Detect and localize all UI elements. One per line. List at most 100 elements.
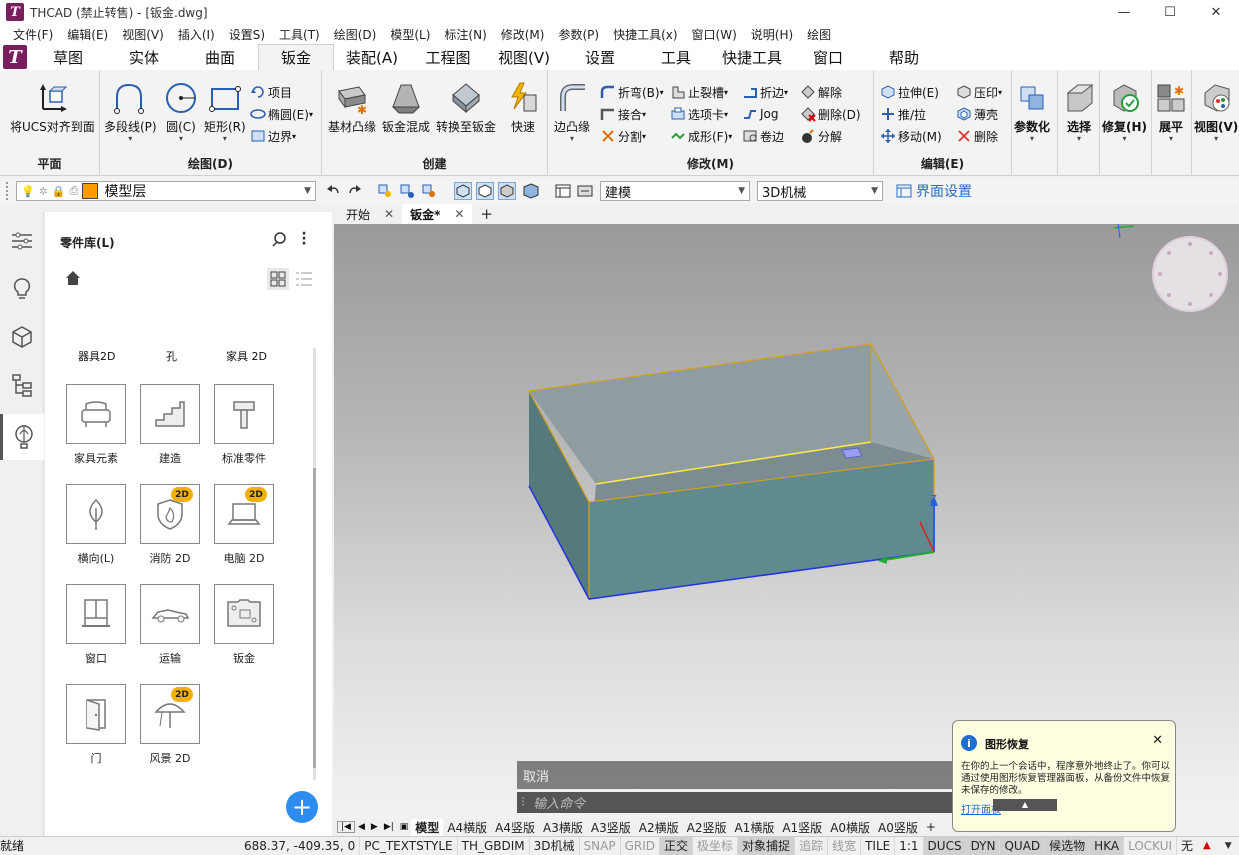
menu-file[interactable]: 文件(F) bbox=[6, 26, 60, 43]
app-menu-button[interactable]: T bbox=[0, 44, 30, 70]
add-part-button[interactable]: + bbox=[286, 791, 318, 823]
view-button[interactable]: 视图(V) ▾ bbox=[1194, 80, 1238, 143]
new-tab-plus-icon[interactable]: + bbox=[480, 205, 493, 223]
menu-view[interactable]: 视图(V) bbox=[115, 26, 171, 43]
delete-face-button[interactable]: 删除(D) bbox=[800, 104, 861, 124]
form-button[interactable]: 成形(F) ▾ bbox=[670, 126, 732, 146]
jog-button[interactable]: Jog bbox=[742, 104, 779, 124]
tile-toggle[interactable]: TILE bbox=[861, 836, 896, 855]
tab-settings[interactable]: 设置 bbox=[562, 44, 638, 70]
realistic-view-icon[interactable] bbox=[522, 182, 540, 200]
first-layout-icon[interactable]: |◀ bbox=[337, 821, 355, 833]
otrack-toggle[interactable]: 追踪 bbox=[795, 836, 829, 855]
parametric-button[interactable]: 参数化 ▾ bbox=[1014, 80, 1050, 143]
layout-tab-model[interactable]: 模型 bbox=[411, 818, 444, 836]
search-icon[interactable] bbox=[271, 232, 287, 248]
close-icon[interactable]: ✕ bbox=[1152, 733, 1163, 748]
layout-tab-a0-landscape[interactable]: A0横版 bbox=[826, 819, 874, 836]
hidden-view-icon[interactable] bbox=[476, 182, 494, 200]
layer-dropdown[interactable]: 💡 ✲ 🔒 ⎙ 模型层 ▼ bbox=[16, 181, 316, 201]
tab-option-button[interactable]: 选项卡 ▾ bbox=[670, 104, 728, 124]
warning-triangle-icon[interactable]: ▲ bbox=[1203, 840, 1211, 851]
edge-flange-button[interactable]: 边凸缘 ▾ bbox=[554, 80, 590, 143]
library-item-standard-parts[interactable]: 标准零件 bbox=[214, 384, 274, 466]
library-item-landscape[interactable]: 横向(L) bbox=[66, 484, 126, 566]
tab-assembly[interactable]: 装配(A) bbox=[334, 44, 410, 70]
emboss-button[interactable]: 压印 ▾ bbox=[956, 82, 1002, 102]
menu-settings[interactable]: 设置S) bbox=[222, 26, 272, 43]
menu-modify[interactable]: 修改(M) bbox=[494, 26, 552, 43]
scale-toggle[interactable]: 1:1 bbox=[895, 836, 924, 855]
menu-parameters[interactable]: 参数(P) bbox=[551, 26, 606, 43]
tab-tools[interactable]: 工具 bbox=[638, 44, 714, 70]
hem-button[interactable]: 折边 ▾ bbox=[742, 82, 788, 102]
library-item-door[interactable]: 门 bbox=[66, 684, 126, 766]
menu-window[interactable]: 窗口(W) bbox=[685, 26, 744, 43]
tab-surface[interactable]: 曲面 bbox=[182, 44, 258, 70]
hot-air-balloon-icon[interactable] bbox=[0, 414, 44, 460]
collapse-bar[interactable]: ▲ bbox=[993, 799, 1057, 811]
doc-tab-start[interactable]: 开始 ✕ bbox=[334, 204, 402, 224]
polyline-button[interactable]: 多段线(P) ▾ bbox=[104, 80, 157, 143]
maximize-button[interactable]: ☐ bbox=[1147, 0, 1193, 24]
library-item-scenery-2d[interactable]: 2D 风景 2D bbox=[140, 684, 200, 766]
grid-view-icon[interactable] bbox=[267, 268, 289, 290]
list-view-icon[interactable] bbox=[295, 270, 313, 288]
annotation-status[interactable]: 无 bbox=[1177, 837, 1197, 855]
layout-tab-a3-portrait[interactable]: A3竖版 bbox=[587, 819, 635, 836]
layout-tab-a1-portrait[interactable]: A1竖版 bbox=[778, 819, 826, 836]
library-item-transport[interactable]: 运输 bbox=[140, 584, 200, 666]
minimize-button[interactable]: — bbox=[1101, 0, 1147, 24]
category-furniture-2d[interactable]: 家具 2D bbox=[226, 348, 267, 364]
next-layout-icon[interactable]: ▶ bbox=[368, 822, 381, 832]
ortho-toggle[interactable]: 正交 bbox=[660, 836, 694, 855]
tree-structure-icon[interactable] bbox=[0, 362, 44, 408]
menu-drawing[interactable]: 绘图 bbox=[800, 26, 838, 43]
wireframe-view-icon[interactable] bbox=[454, 182, 472, 200]
layout-menu-icon[interactable]: ▣ bbox=[397, 822, 412, 832]
selection-cycling-toggle[interactable]: 候选物 bbox=[1045, 836, 1091, 855]
menu-dimension[interactable]: 标注(N) bbox=[437, 26, 493, 43]
close-button[interactable]: ✕ bbox=[1193, 0, 1239, 24]
layout-tab-a3-landscape[interactable]: A3横版 bbox=[539, 819, 587, 836]
tab-quick-tools[interactable]: 快捷工具 bbox=[714, 44, 790, 70]
workspace-switch-icon[interactable] bbox=[576, 182, 594, 200]
extrude-button[interactable]: 拉伸(E) bbox=[880, 82, 939, 102]
layout-tab-a4-landscape[interactable]: A4横版 bbox=[443, 819, 491, 836]
layout-tab-a2-portrait[interactable]: A2竖版 bbox=[683, 819, 731, 836]
library-scrollbar[interactable] bbox=[313, 348, 316, 780]
menu-help[interactable]: 说明(H) bbox=[744, 26, 800, 43]
more-vertical-icon[interactable]: · · · bbox=[299, 227, 309, 251]
layout-tab-a4-portrait[interactable]: A4竖版 bbox=[491, 819, 539, 836]
layer-iso-icon[interactable] bbox=[420, 182, 438, 200]
workspace-dropdown[interactable]: 建模 ▼ bbox=[600, 181, 750, 201]
tab-sketch[interactable]: 草图 bbox=[30, 44, 106, 70]
close-icon[interactable]: ✕ bbox=[454, 207, 464, 221]
tab-view[interactable]: 视图(V) bbox=[486, 44, 562, 70]
flatten-button[interactable]: ✱ 展平 ▾ bbox=[1154, 80, 1188, 143]
rolled-hem-button[interactable]: 卷边 bbox=[742, 126, 784, 146]
category-hole[interactable]: 孔 bbox=[166, 348, 177, 364]
layout-tab-a0-portrait[interactable]: A0竖版 bbox=[874, 819, 922, 836]
push-pull-button[interactable]: 推/拉 bbox=[880, 104, 926, 124]
command-input[interactable]: ⁝ 输入命令 bbox=[517, 792, 957, 813]
move-button[interactable]: 移动(M) bbox=[880, 126, 942, 146]
relief-button[interactable]: 止裂槽 ▾ bbox=[670, 82, 728, 102]
layer-match-icon[interactable] bbox=[398, 182, 416, 200]
boundary-button[interactable]: 边界 ▾ bbox=[250, 126, 296, 146]
category-appliance-2d[interactable]: 器具2D bbox=[78, 348, 115, 364]
status-workspace[interactable]: 3D机械 bbox=[530, 836, 580, 855]
select-button[interactable]: 选择 ▾ bbox=[1062, 80, 1096, 143]
layout-tab-a1-landscape[interactable]: A1横版 bbox=[730, 819, 778, 836]
ducs-toggle[interactable]: DUCS bbox=[923, 836, 967, 855]
tab-drawing[interactable]: 工程图 bbox=[410, 44, 486, 70]
visual-style-dropdown[interactable]: 3D机械 ▼ bbox=[757, 181, 883, 201]
delete-button[interactable]: 删除 bbox=[956, 126, 998, 146]
ellipse-button[interactable]: 椭圆(E) ▾ bbox=[250, 104, 313, 124]
shell-button[interactable]: 薄壳 bbox=[956, 104, 998, 124]
layout-tab-a2-landscape[interactable]: A2横版 bbox=[635, 819, 683, 836]
grid-toggle[interactable]: GRID bbox=[621, 836, 661, 855]
menu-edit[interactable]: 编辑(E) bbox=[60, 26, 115, 43]
joint-button[interactable]: 接合 ▾ bbox=[600, 104, 646, 124]
ui-settings-button[interactable]: 界面设置 bbox=[896, 181, 972, 201]
